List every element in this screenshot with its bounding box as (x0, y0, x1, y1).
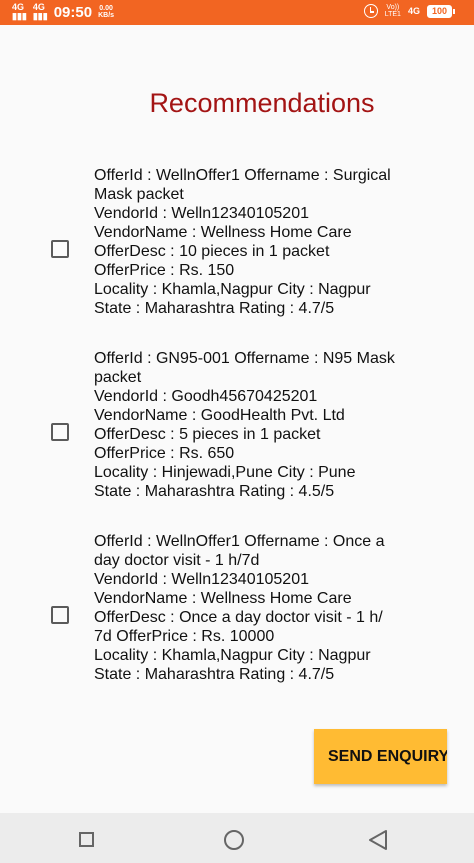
offer-line: day doctor visit - 1 h/7d (94, 552, 260, 569)
offer-line: State : Maharashtra Rating : 4.7/5 (94, 300, 335, 317)
offer-checkbox[interactable] (51, 240, 69, 258)
offer-line: OfferId : WellnOffer1 Offername : Surgic… (94, 167, 391, 184)
lte-label: LTE1 (384, 11, 401, 18)
network-type-left-2: 4G (32, 2, 45, 12)
offer-line: Mask packet (94, 186, 184, 203)
offer-line: VendorId : Welln12340105201 (94, 205, 309, 222)
offer-line: 7d OfferPrice : Rs. 10000 (94, 628, 275, 645)
volte-indicator: Vo)) LTE1 (385, 4, 401, 18)
status-left: 4G ▮▮▮ 4G ▮▮▮ 09:50 0.00 KB/s (12, 3, 114, 21)
page-title: Recommendations (149, 88, 375, 118)
offer-line: OfferDesc : 5 pieces in 1 packet (94, 426, 321, 443)
offer-line: Locality : Khamla,Nagpur City : Nagpur (94, 281, 371, 298)
offer-details: OfferId : WellnOffer1 Offername : Surgic… (94, 166, 449, 318)
offer-line: VendorId : Goodh45670425201 (94, 388, 318, 405)
home-icon[interactable] (224, 830, 244, 850)
offer-line: OfferId : WellnOffer1 Offername : Once a (94, 533, 385, 550)
offer-details: OfferId : WellnOffer1 Offername : Once a… (94, 532, 449, 684)
offer-line: OfferDesc : 10 pieces in 1 packet (94, 243, 330, 260)
offer-line: VendorName : Wellness Home Care (94, 224, 352, 241)
signal-icon: 4G ▮▮▮ (12, 2, 27, 21)
battery-icon: 100 (426, 4, 456, 18)
offer-checkbox[interactable] (51, 606, 69, 624)
battery-level: 100 (431, 5, 447, 16)
speed-unit: KB/s (98, 12, 115, 19)
recent-apps-icon[interactable] (79, 832, 94, 847)
send-enquiry-button[interactable]: SEND ENQUIRY (314, 729, 447, 784)
network-type-right: 4G (407, 6, 420, 16)
signal-icon-2: 4G ▮▮▮ (32, 2, 48, 21)
alarm-icon (363, 4, 378, 18)
offer-line: VendorId : Welln12340105201 (94, 571, 309, 588)
offer-line: OfferPrice : Rs. 650 (94, 445, 235, 462)
speed-value: 0.00 (99, 5, 113, 12)
network-speed: 0.00 KB/s (98, 5, 114, 19)
offer-line: OfferId : GN95-001 Offername : N95 Mask (94, 350, 395, 367)
offer-line: Locality : Khamla,Nagpur City : Nagpur (94, 647, 371, 664)
offer-line: VendorName : Wellness Home Care (94, 590, 352, 607)
offer-line: VendorName : GoodHealth Pvt. Ltd (94, 407, 345, 424)
offer-details: OfferId : GN95-001 Offername : N95 Mask … (94, 349, 449, 501)
offer-line: Locality : Hinjewadi,Pune City : Pune (94, 464, 356, 481)
clock: 09:50 (53, 3, 93, 21)
status-bar: 4G ▮▮▮ 4G ▮▮▮ 09:50 0.00 KB/s Vo)) LTE1 4G… (0, 0, 474, 25)
offer-line: OfferPrice : Rs. 150 (94, 262, 235, 279)
back-icon[interactable] (368, 829, 388, 851)
offer-line: State : Maharashtra Rating : 4.7/5 (94, 666, 335, 683)
status-right: Vo)) LTE1 4G 100 (363, 4, 456, 18)
offer-line: OfferDesc : Once a day doctor visit - 1 … (94, 609, 383, 626)
network-type-left: 4G (12, 2, 25, 12)
volte-label: Vo)) (386, 4, 400, 11)
offer-checkbox[interactable] (51, 423, 69, 441)
offer-line: State : Maharashtra Rating : 4.5/5 (94, 483, 335, 500)
navigation-bar (0, 813, 474, 863)
offer-line: packet (94, 369, 142, 386)
